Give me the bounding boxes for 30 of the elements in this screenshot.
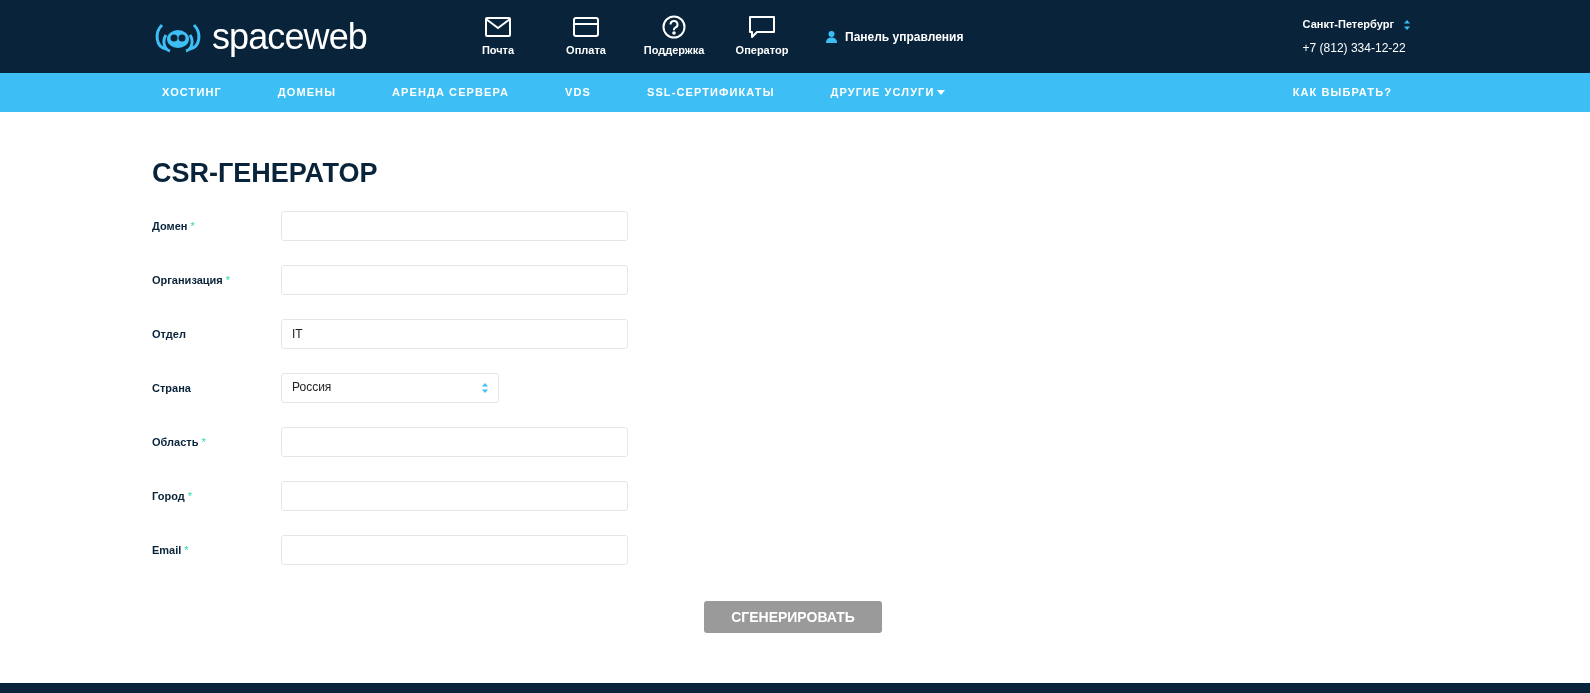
help-icon bbox=[660, 14, 688, 39]
envelope-icon bbox=[484, 14, 512, 39]
control-panel-link[interactable]: Панель управления bbox=[826, 27, 964, 46]
field-label: Область * bbox=[152, 434, 207, 450]
phone-number: +7 (812) 334-12-22 bbox=[1302, 39, 1407, 57]
header-shortcut-link[interactable]: Оплата bbox=[542, 14, 630, 59]
chat-bubble-icon bbox=[748, 14, 776, 39]
page-title: CSR-ГЕНЕРАТОР bbox=[152, 160, 379, 187]
credit-card-icon bbox=[572, 14, 600, 39]
user-icon bbox=[826, 30, 837, 43]
header-shortcut-link[interactable]: Оператор bbox=[718, 14, 806, 59]
logo-wordmark[interactable]: spaceweb bbox=[212, 18, 367, 55]
updown-arrows-icon bbox=[1404, 19, 1410, 30]
text-input-field[interactable]: IT bbox=[281, 319, 628, 349]
text-input-field[interactable] bbox=[281, 535, 628, 565]
field-label: Email * bbox=[152, 542, 190, 558]
updown-arrows-icon bbox=[482, 383, 488, 393]
field-label: Организация * bbox=[152, 272, 232, 288]
city-selector[interactable]: Санкт-Петербург bbox=[1302, 16, 1394, 33]
header-shortcut-link[interactable]: Почта bbox=[454, 14, 542, 59]
text-input-field[interactable] bbox=[281, 265, 628, 295]
text-input-field[interactable] bbox=[281, 427, 628, 457]
header-shortcut-link[interactable]: Поддержка bbox=[630, 14, 718, 59]
text-input-field[interactable] bbox=[281, 211, 628, 241]
field-label: Страна bbox=[152, 380, 192, 396]
field-label: Отдел bbox=[152, 326, 187, 342]
country-select[interactable]: Россия bbox=[281, 373, 499, 403]
field-label: Домен * bbox=[152, 218, 196, 234]
field-label: Город * bbox=[152, 488, 193, 504]
text-input-field[interactable] bbox=[281, 481, 628, 511]
